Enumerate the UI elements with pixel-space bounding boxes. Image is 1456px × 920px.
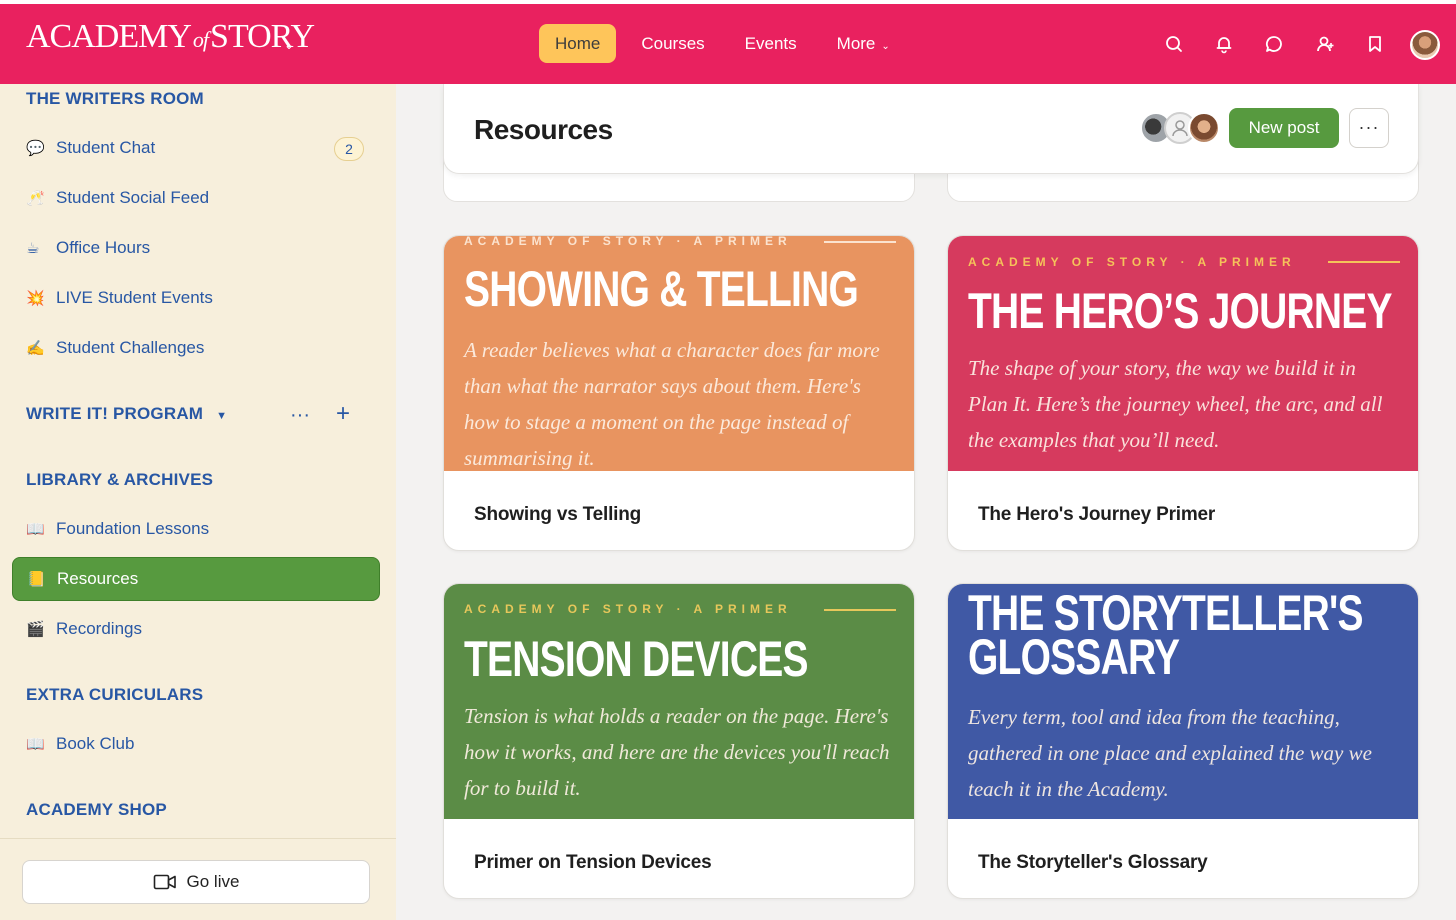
banner-description: A reader believes what a character does … [464,338,880,470]
section-title-write-it-program[interactable]: WRITE IT! PROGRAM ▼ [26,404,227,424]
notebook-icon: 📒 [27,571,46,588]
coffee-icon: ☕ [26,240,40,257]
sidebar: THE WRITERS ROOM 💬 Student Chat 2 🥂 Stud… [0,84,396,920]
logo-text-left: ACADEMY [26,18,192,55]
banner-title-line-2: GLOSSARY [968,629,1180,685]
academy-of-story-logo[interactable]: ACADEMYofSTORY [26,18,315,56]
sidebar-item-label: Foundation Lessons [56,519,210,538]
writing-hand-icon: ✍️ [26,340,45,357]
logo-text-of: of [192,27,209,52]
section-title-extra-curiculars[interactable]: EXTRA CURICULARS [26,685,203,705]
nav-more[interactable]: More ⌄ [817,24,910,63]
resource-card-heros-journey[interactable]: ACADEMY OF STORY · A PRIMER THE HERO’S J… [947,235,1419,551]
nav-courses[interactable]: Courses [621,24,724,63]
section-title-label: WRITE IT! PROGRAM [26,404,204,423]
logo-text-right: STORY [210,18,315,55]
sidebar-item-student-challenges[interactable]: ✍️ Student Challenges [12,326,380,370]
nav-more-label: More [836,34,876,53]
resource-card-storytellers-glossary[interactable]: THE STORYTELLER'S GLOSSARY Every term, t… [947,583,1419,899]
bookmark-icon[interactable] [1365,34,1385,54]
card-title[interactable]: Showing vs Telling [474,504,641,526]
sidebar-item-live-student-events[interactable]: 💥 LIVE Student Events [12,276,380,320]
avatar [1188,112,1220,144]
go-live-label: Go live [186,872,240,891]
chevron-down-icon: ⌄ [881,41,890,52]
sidebar-item-recordings[interactable]: 🎬 Recordings [12,607,380,651]
go-live-button[interactable]: Go live [22,860,370,904]
main-content: Resources New post ··· ACADEMY OF STORY … [396,84,1456,920]
banner-kicker: ACADEMY OF STORY · A PRIMER [464,236,792,248]
sidebar-item-label: Resources [57,569,139,588]
banner-kicker: ACADEMY OF STORY · A PRIMER [464,602,792,616]
banner-title: TENSION DEVICES [464,631,808,687]
user-avatar[interactable] [1410,30,1440,60]
user-add-icon[interactable] [1315,34,1335,54]
logo-chevron-down-icon[interactable]: ⌄ [284,38,294,52]
speech-bubble-icon: 💬 [26,140,45,157]
sidebar-item-label: Book Club [56,734,135,753]
resource-card-showing-telling[interactable]: ACADEMY OF STORY · A PRIMER SHOWING & TE… [443,235,915,551]
caret-down-icon: ▼ [216,410,228,422]
sidebar-item-label: Office Hours [56,238,151,257]
banner-description: Tension is what holds a reader on the pa… [464,704,890,800]
video-camera-icon [153,874,176,890]
more-options-button[interactable]: ··· [1349,108,1389,148]
sidebar-item-label: Student Challenges [56,338,205,357]
sidebar-item-label: LIVE Student Events [56,288,213,307]
sidebar-item-student-social-feed[interactable]: 🥂 Student Social Feed [12,176,380,220]
sidebar-item-label: Student Chat [56,138,156,157]
kicker-rule [824,609,896,611]
banner-kicker: ACADEMY OF STORY · A PRIMER [968,255,1296,269]
sidebar-item-resources[interactable]: 📒 Resources [12,557,380,601]
new-post-button[interactable]: New post [1229,108,1339,148]
sidebar-item-book-club[interactable]: 📖 Book Club [12,722,380,766]
banner-description: The shape of your story, the way we buil… [968,356,1383,452]
sidebar-item-label: Recordings [56,619,142,638]
card-title[interactable]: Primer on Tension Devices [474,852,712,874]
chat-bubble-icon[interactable] [1264,34,1284,54]
clapper-board-icon: 🎬 [26,621,45,638]
section-title-academy-shop[interactable]: ACADEMY SHOP [26,800,167,820]
card-banner: ACADEMY OF STORY · A PRIMER SHOWING & TE… [444,236,914,471]
card-title[interactable]: The Storyteller's Glossary [978,852,1208,874]
nav-events[interactable]: Events [725,24,817,63]
page-title: Resources [474,114,613,145]
kicker-rule [824,241,896,243]
sidebar-footer: Go live [0,838,396,920]
card-banner: ACADEMY OF STORY · A PRIMER THE HERO’S J… [948,236,1418,471]
main-nav: Home Courses Events More ⌄ [539,24,910,63]
sidebar-item-label: Student Social Feed [56,188,210,207]
banner-description: Every term, tool and idea from the teach… [968,705,1372,801]
open-book-icon: 📖 [26,521,45,538]
collision-icon: 💥 [26,290,45,307]
banner-title: SHOWING & TELLING [464,261,859,317]
search-icon[interactable] [1164,34,1184,54]
resource-card-tension-devices[interactable]: ACADEMY OF STORY · A PRIMER TENSION DEVI… [443,583,915,899]
kicker-rule [1328,261,1400,263]
banner-title: THE HERO’S JOURNEY [968,283,1392,339]
top-navigation-bar: ACADEMYofSTORY ⌄ Home Courses Events Mor… [0,4,1456,84]
card-banner: THE STORYTELLER'S GLOSSARY Every term, t… [948,584,1418,819]
open-book-icon: 📖 [26,736,45,753]
card-title[interactable]: The Hero's Journey Primer [978,504,1215,526]
sidebar-item-office-hours[interactable]: ☕ Office Hours [12,226,380,270]
sidebar-item-student-chat[interactable]: 💬 Student Chat 2 [12,126,380,170]
unread-count-badge: 2 [334,137,364,161]
clinking-glasses-icon: 🥂 [26,190,45,207]
resources-header: Resources New post ··· [443,84,1419,174]
member-avatars[interactable] [1140,112,1220,146]
bell-icon[interactable] [1214,34,1234,54]
nav-home[interactable]: Home [539,24,617,63]
sidebar-item-foundation-lessons[interactable]: 📖 Foundation Lessons [12,507,380,551]
section-options-icon[interactable]: ··· [290,404,310,427]
section-title-writers-room[interactable]: THE WRITERS ROOM [26,89,204,109]
section-title-library-archives[interactable]: LIBRARY & ARCHIVES [26,470,213,490]
card-banner: ACADEMY OF STORY · A PRIMER TENSION DEVI… [444,584,914,819]
add-icon[interactable]: + [336,400,350,428]
